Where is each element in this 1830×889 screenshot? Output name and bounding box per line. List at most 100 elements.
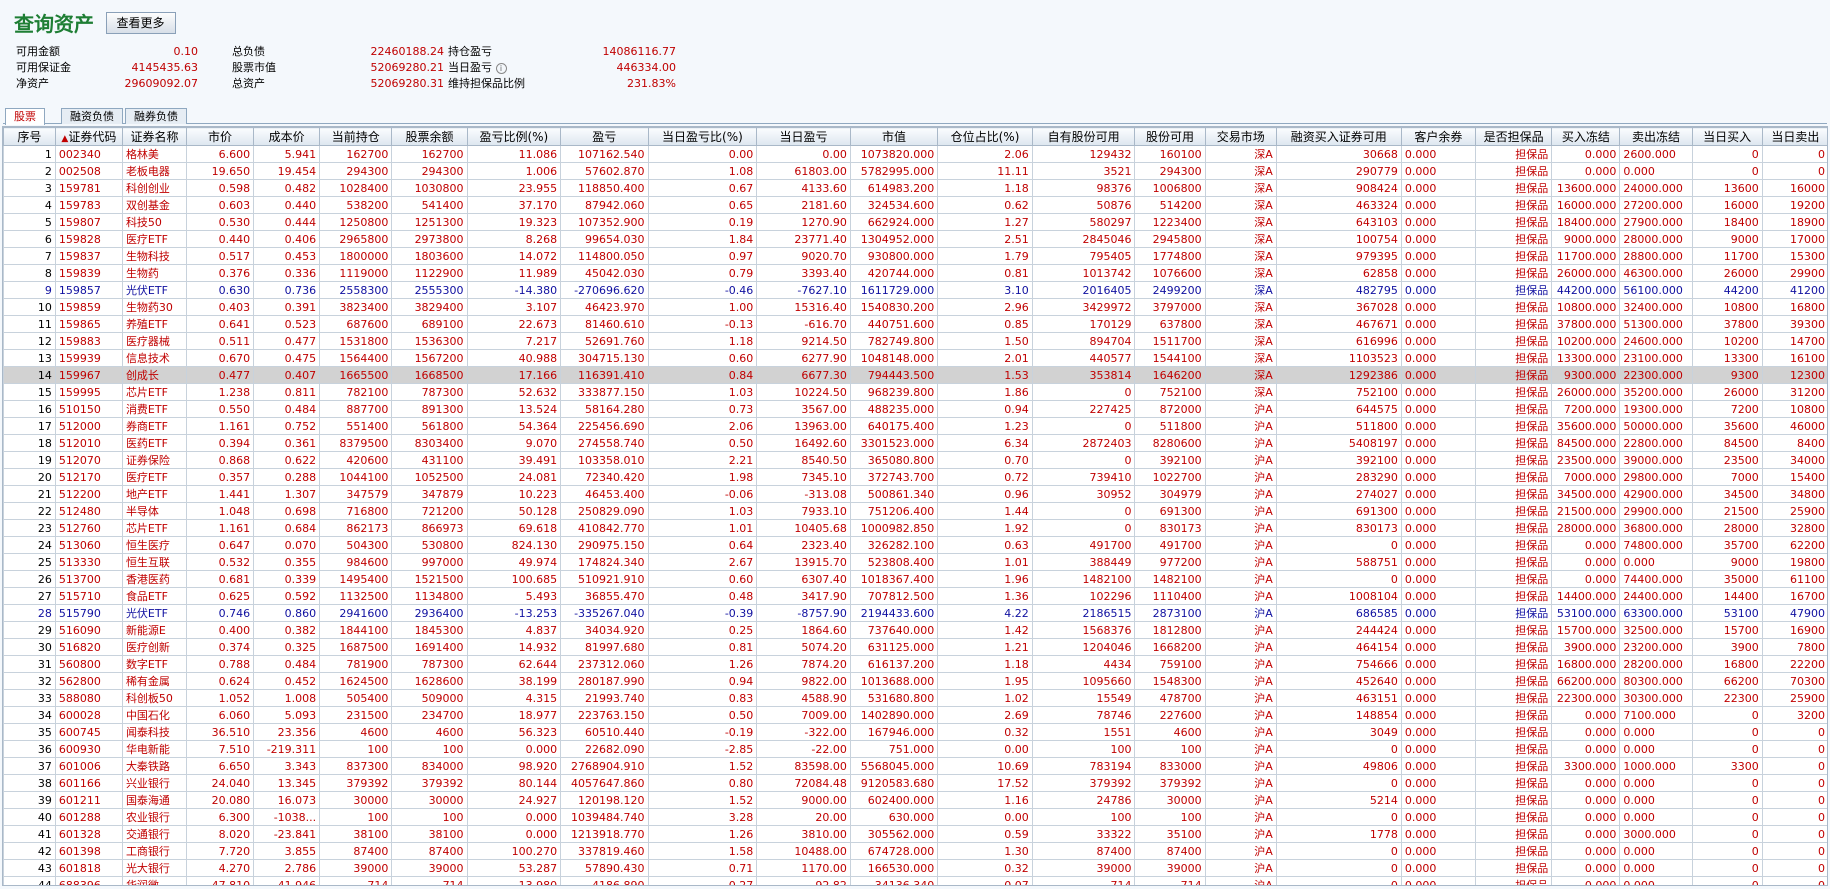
table-row[interactable]: 7 159837 生物科技 0.517 0.453 1800000 1803600 14.07… <box>3 247 1827 265</box>
table-cell: -14.380 <box>466 281 562 299</box>
table-row[interactable]: 40 601288 农业银行 6.300 -1038... 100 100 0.000 1039… <box>3 808 1827 826</box>
table-cell: 2873100 <box>1134 604 1206 622</box>
table-row[interactable]: 39 601211 国泰海通 20.080 16.073 30000 30000 24.927… <box>3 791 1827 809</box>
table-row[interactable]: 14 159967 创成长 0.477 0.407 1665500 1668500 17.16… <box>3 366 1827 384</box>
table-cell: 14400.000 <box>1551 587 1621 605</box>
table-cell: 1.44 <box>937 502 1033 520</box>
table-row[interactable]: 21 512200 地产ETF 1.441 1.307 347579 347879 10.22… <box>3 485 1827 503</box>
table-row[interactable]: 3 159781 科创创业 0.598 0.482 1028400 1030800 23.95… <box>3 179 1827 197</box>
column-header-0[interactable]: 序号 <box>3 127 56 146</box>
column-header-1[interactable]: ▲证券代码 <box>54 127 123 146</box>
column-header-21[interactable]: 当日买入 <box>1691 127 1763 146</box>
table-cell: 674728.000 <box>849 842 939 860</box>
table-row[interactable]: 11 159865 养殖ETF 0.641 0.523 687600 689100 22.67… <box>3 315 1827 333</box>
table-row[interactable]: 18 512010 医药ETF 0.394 0.361 8379500 8303400 9.0… <box>3 434 1827 452</box>
column-header-3[interactable]: 市价 <box>185 127 255 146</box>
table-row[interactable]: 2 002508 老板电器 19.650 19.454 294300 294300 1.006… <box>3 162 1827 180</box>
table-row[interactable]: 37 601006 大秦铁路 6.650 3.343 837300 834000 98.920… <box>3 757 1827 775</box>
table-cell: 3300.000 <box>1551 757 1621 775</box>
view-more-button[interactable]: 查看更多 <box>105 11 176 34</box>
table-row[interactable]: 28 515790 光伏ETF 0.746 0.860 2941600 2936400 -13… <box>3 604 1827 622</box>
column-header-22[interactable]: 当日卖出 <box>1761 127 1827 146</box>
table-row[interactable]: 24 513060 恒生医疗 0.647 0.070 504300 530800 824.13… <box>3 536 1827 554</box>
table-row[interactable]: 17 512000 券商ETF 1.161 0.752 551400 561800 54.36… <box>3 417 1827 435</box>
table-row[interactable]: 36 600930 华电新能 7.510 -219.311 100 100 0.000 2268… <box>3 740 1827 758</box>
table-cell: 392100 <box>1134 451 1206 469</box>
table-row[interactable]: 29 516090 新能源E 0.400 0.382 1844100 1845300 4.83… <box>3 621 1827 639</box>
table-row[interactable]: 9 159857 光伏ETF 0.630 0.736 2558300 2555300 -14.… <box>3 281 1827 299</box>
column-header-16[interactable]: 融资买入证券可用 <box>1275 127 1402 146</box>
table-cell: 0.00 <box>937 808 1033 826</box>
column-header-8[interactable]: 盈亏 <box>560 127 649 146</box>
table-row[interactable]: 8 159839 生物药 0.376 0.336 1119000 1122900 11.989… <box>3 264 1827 282</box>
table-row[interactable]: 23 512760 芯片ETF 1.161 0.684 862173 866973 69.61… <box>3 519 1827 537</box>
column-header-4[interactable]: 成本价 <box>253 127 321 146</box>
table-row[interactable]: 32 562800 稀有金属 0.624 0.452 1624500 1628600 38.1… <box>3 672 1827 690</box>
column-header-5[interactable]: 当前持仓 <box>319 127 393 146</box>
table-row[interactable]: 31 560800 数字ETF 0.788 0.484 781900 787300 62.64… <box>3 655 1827 673</box>
table-row[interactable]: 12 159883 医疗器械 0.511 0.477 1531800 1536300 7.21… <box>3 332 1827 350</box>
table-cell: 1551 <box>1031 723 1136 741</box>
table-row[interactable]: 19 512070 证券保险 0.868 0.622 420600 431100 39.491… <box>3 451 1827 469</box>
tab-stocks[interactable]: 股票 <box>5 108 45 125</box>
table-cell: 1.238 <box>185 383 255 401</box>
table-cell: 沪A <box>1204 485 1277 503</box>
table-row[interactable]: 22 512480 半导体 1.048 0.698 716800 721200 50.128 2… <box>3 502 1827 520</box>
table-row[interactable]: 38 601166 兴业银行 24.040 13.345 379392 379392 80.1… <box>3 774 1827 792</box>
table-cell: 0.70 <box>937 451 1033 469</box>
table-row[interactable]: 1 002340 格林美 6.600 5.941 162700 162700 11.086 10… <box>3 145 1827 163</box>
table-cell: 50.128 <box>466 502 562 520</box>
column-header-10[interactable]: 当日盈亏 <box>756 127 851 146</box>
column-header-6[interactable]: 股票余额 <box>391 127 468 146</box>
column-header-13[interactable]: 自有股份可用 <box>1031 127 1136 146</box>
table-cell: 9120583.680 <box>849 774 939 792</box>
table-row[interactable]: 34 600028 中国石化 6.060 5.093 231500 234700 18.977… <box>3 706 1827 724</box>
column-header-17[interactable]: 客户余券 <box>1400 127 1477 146</box>
table-row[interactable]: 33 588080 科创板50 1.052 1.008 505400 509000 4.315… <box>3 689 1827 707</box>
table-cell: 0 <box>1691 808 1763 826</box>
table-row[interactable]: 25 513330 恒生互联 0.532 0.355 984600 997000 49.974… <box>3 553 1827 571</box>
table-row[interactable]: 13 159939 信息技术 0.670 0.475 1564400 1567200 40.9… <box>3 349 1827 367</box>
table-row[interactable]: 26 513700 香港医药 0.681 0.339 1495400 1521500 100.… <box>3 570 1827 588</box>
column-header-20[interactable]: 卖出冻结 <box>1619 127 1693 146</box>
table-cell: 28000.000 <box>1619 230 1693 248</box>
table-row[interactable]: 30 516820 医疗创新 0.374 0.325 1687500 1691400 14.9… <box>3 638 1827 656</box>
table-cell: 1132500 <box>319 587 393 605</box>
column-header-18[interactable]: 是否担保品 <box>1475 127 1553 146</box>
table-row[interactable]: 44 688396 华润微 47.810 41.946 714 714 13.980 4186.… <box>3 876 1827 885</box>
column-header-11[interactable]: 市值 <box>849 127 939 146</box>
info-icon[interactable]: i <box>495 63 507 74</box>
tab-short-liabilities[interactable]: 融券负债 <box>125 108 187 124</box>
column-header-12[interactable]: 仓位占比(%) <box>937 127 1033 146</box>
table-row[interactable]: 10 159859 生物药30 0.403 0.391 3823400 3829400 3.1… <box>3 298 1827 316</box>
table-cell: 沪A <box>1204 638 1277 656</box>
table-cell: 1.52 <box>647 791 758 809</box>
positions-grid[interactable]: 序号 ▲证券代码 证券名称 市价 成本价 当前持仓 股票余额 盈亏比例(%) 盈亏 当日盈亏比(%… <box>2 126 1828 886</box>
table-cell: 生物药30 <box>121 298 187 316</box>
table-row[interactable]: 27 515710 食品ETF 0.625 0.592 1132500 1134800 5.4… <box>3 587 1827 605</box>
table-row[interactable]: 6 159828 医疗ETF 0.440 0.406 2965800 2973800 8.26… <box>3 230 1827 248</box>
table-cell: 1.02 <box>937 689 1033 707</box>
table-cell: 794443.500 <box>849 366 939 384</box>
table-row[interactable]: 15 159995 芯片ETF 1.238 0.811 782100 787300 52.63… <box>3 383 1827 401</box>
table-cell: 100 <box>1134 740 1206 758</box>
table-row[interactable]: 42 601398 工商银行 7.720 3.855 87400 87400 100.270 3… <box>3 842 1827 860</box>
table-row[interactable]: 4 159783 双创基金 0.603 0.440 538200 541400 37.170 8… <box>3 196 1827 214</box>
tab-margin-liabilities[interactable]: 融资负债 <box>61 108 123 124</box>
table-row[interactable]: 41 601328 交通银行 8.020 -23.841 38100 38100 0.000 1… <box>3 825 1827 843</box>
table-cell: 98.920 <box>466 757 562 775</box>
table-cell: 沪A <box>1204 825 1277 843</box>
column-header-19[interactable]: 买入冻结 <box>1551 127 1621 146</box>
table-cell: 512200 <box>54 485 123 503</box>
table-row[interactable]: 5 159807 科技50 0.530 0.444 1250800 1251300 19.32… <box>3 213 1827 231</box>
column-header-9[interactable]: 当日盈亏比(%) <box>647 127 758 146</box>
column-header-2[interactable]: 证券名称 <box>121 127 187 146</box>
table-row[interactable]: 20 512170 医疗ETF 0.357 0.288 1044100 1052500 24.… <box>3 468 1827 486</box>
table-row[interactable]: 16 510150 消费ETF 0.550 0.484 887700 891300 13.52… <box>3 400 1827 418</box>
column-header-15[interactable]: 交易市场 <box>1204 127 1277 146</box>
table-cell: 431100 <box>391 451 468 469</box>
column-header-7[interactable]: 盈亏比例(%) <box>466 127 562 146</box>
table-row[interactable]: 43 601818 光大银行 4.270 2.786 39000 39000 53.287 57… <box>3 859 1827 877</box>
column-header-14[interactable]: 股份可用 <box>1134 127 1206 146</box>
table-row[interactable]: 35 600745 闻泰科技 36.510 23.356 4600 4600 56.323 60… <box>3 723 1827 741</box>
